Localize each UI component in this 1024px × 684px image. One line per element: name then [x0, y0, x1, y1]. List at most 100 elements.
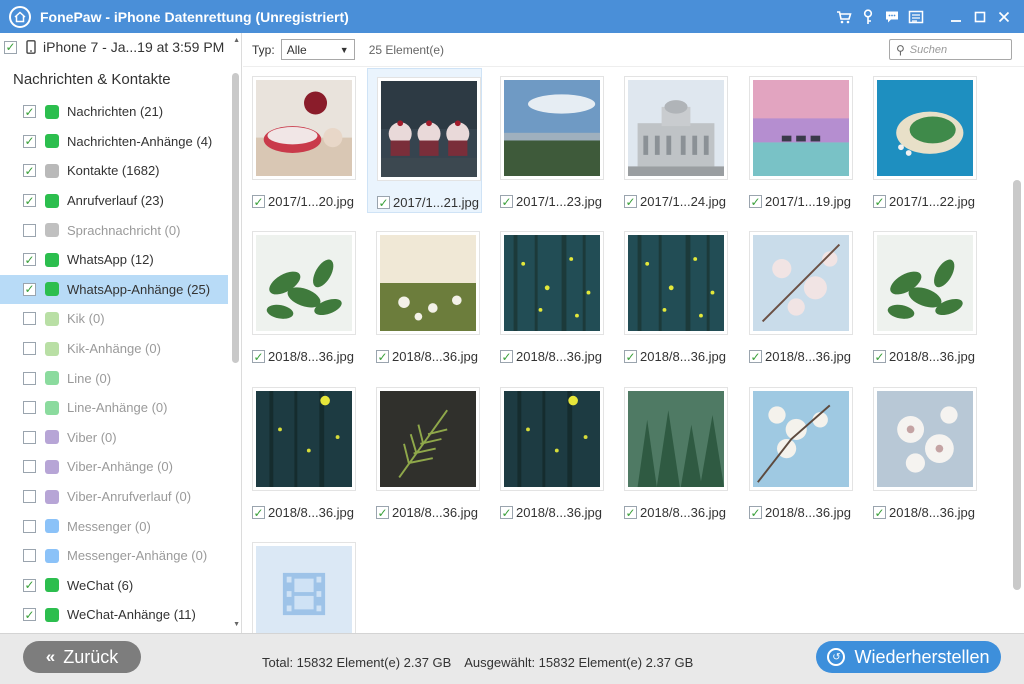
category-checkbox[interactable] [23, 460, 36, 474]
file-checkbox[interactable] [749, 195, 762, 208]
type-select[interactable]: Alle ▼ [280, 39, 355, 60]
image-thumbnail[interactable] [749, 231, 853, 335]
sidebar-item[interactable]: Line-Anhänge (0) [0, 393, 228, 423]
sidebar-item[interactable]: Sprachnachricht (0) [0, 215, 228, 245]
device-row[interactable]: iPhone 7 - Ja...19 at 3:59 PM [0, 33, 241, 61]
image-thumbnail[interactable] [749, 76, 853, 180]
category-checkbox[interactable] [23, 608, 36, 622]
category-checkbox[interactable] [23, 490, 36, 504]
file-tile[interactable]: 2018/8...36.jpg [243, 379, 358, 524]
file-checkbox[interactable] [749, 350, 762, 363]
sidebar-item[interactable]: Anrufverlauf (23) [0, 186, 228, 216]
category-checkbox[interactable] [23, 312, 36, 326]
sidebar-item[interactable]: Viber (0) [0, 423, 228, 453]
image-thumbnail[interactable] [376, 387, 480, 491]
category-checkbox[interactable] [23, 578, 36, 592]
sidebar-item[interactable]: WeChat (6) [0, 571, 228, 601]
sidebar-item[interactable]: Line (0) [0, 363, 228, 393]
file-tile[interactable]: 2018/8...36.jpg [864, 379, 979, 524]
file-tile[interactable]: 2018/8...36.jpg [491, 379, 606, 524]
image-thumbnail[interactable] [749, 387, 853, 491]
file-tile[interactable]: 2018/8...36.jpg [243, 223, 358, 368]
sidebar-item[interactable]: Kik-Anhänge (0) [0, 334, 228, 364]
image-thumbnail[interactable] [252, 76, 356, 180]
video-file-icon[interactable] [252, 542, 356, 633]
image-thumbnail[interactable] [500, 387, 604, 491]
file-tile[interactable]: 2017/1...24.jpg [615, 68, 730, 213]
file-checkbox[interactable] [377, 196, 390, 209]
cart-icon[interactable] [832, 5, 856, 29]
image-thumbnail[interactable] [624, 76, 728, 180]
file-tile[interactable]: 2018/8...36.jpg [491, 223, 606, 368]
key-icon[interactable] [856, 5, 880, 29]
file-checkbox[interactable] [749, 506, 762, 519]
file-checkbox[interactable] [624, 350, 637, 363]
sidebar-item[interactable]: Nachrichten-Anhänge (4) [0, 127, 228, 157]
file-tile[interactable]: 2018/8...36.jpg [864, 223, 979, 368]
sidebar-item[interactable]: Viber-Anhänge (0) [0, 452, 228, 482]
menu-list-icon[interactable] [904, 5, 928, 29]
category-checkbox[interactable] [23, 134, 36, 148]
chat-icon[interactable] [880, 5, 904, 29]
image-thumbnail[interactable] [873, 76, 977, 180]
image-thumbnail[interactable] [500, 231, 604, 335]
category-checkbox[interactable] [23, 549, 36, 563]
category-checkbox[interactable] [23, 282, 36, 296]
file-checkbox[interactable] [500, 350, 513, 363]
sidebar-item[interactable]: Messenger-Anhänge (0) [0, 541, 228, 571]
file-tile[interactable]: 2018/8...36.jpg [740, 379, 855, 524]
sidebar-item[interactable]: Messenger (0) [0, 511, 228, 541]
file-tile[interactable]: 2018/8...36.jpg [367, 379, 482, 524]
sidebar-item[interactable]: Viber-Anrufverlauf (0) [0, 482, 228, 512]
sidebar-item[interactable]: Kontakte (1682) [0, 156, 228, 186]
image-thumbnail[interactable] [376, 231, 480, 335]
sidebar-item[interactable]: WeChat-Anhänge (11) [0, 600, 228, 630]
file-checkbox[interactable] [376, 350, 389, 363]
sidebar-item[interactable]: Kik (0) [0, 304, 228, 334]
minimize-icon[interactable] [944, 5, 968, 29]
category-checkbox[interactable] [23, 105, 36, 119]
file-checkbox[interactable] [873, 350, 886, 363]
file-tile[interactable]: 2018/8...36.jpg [740, 223, 855, 368]
search-input[interactable]: ⚲ Suchen [889, 39, 1012, 60]
image-thumbnail[interactable] [873, 387, 977, 491]
image-thumbnail[interactable] [252, 231, 356, 335]
category-checkbox[interactable] [23, 194, 36, 208]
image-thumbnail[interactable] [252, 387, 356, 491]
sidebar-item[interactable]: WhatsApp (12) [0, 245, 228, 275]
sidebar-scrollbar[interactable] [232, 73, 239, 363]
category-checkbox[interactable] [23, 401, 36, 415]
category-checkbox[interactable] [23, 371, 36, 385]
image-thumbnail[interactable] [500, 76, 604, 180]
file-checkbox[interactable] [500, 506, 513, 519]
file-tile[interactable]: 2018/8...36.jpg [615, 379, 730, 524]
file-tile[interactable]: 2018/8...36.jpg [615, 223, 730, 368]
scroll-down-arrow[interactable]: ▼ [233, 621, 240, 628]
file-tile[interactable]: 2017/1...19.jpg [740, 68, 855, 213]
category-checkbox[interactable] [23, 342, 36, 356]
image-thumbnail[interactable] [624, 387, 728, 491]
file-checkbox[interactable] [624, 506, 637, 519]
close-icon[interactable] [992, 5, 1016, 29]
file-tile[interactable] [243, 534, 358, 633]
file-checkbox[interactable] [376, 506, 389, 519]
file-tile[interactable]: 2018/8...36.jpg [367, 223, 482, 368]
file-checkbox[interactable] [500, 195, 513, 208]
file-checkbox[interactable] [252, 195, 265, 208]
category-checkbox[interactable] [23, 164, 36, 178]
image-thumbnail[interactable] [873, 231, 977, 335]
file-checkbox[interactable] [624, 195, 637, 208]
category-checkbox[interactable] [23, 430, 36, 444]
category-checkbox[interactable] [23, 223, 36, 237]
file-checkbox[interactable] [252, 506, 265, 519]
scroll-up-arrow[interactable]: ▲ [233, 37, 240, 44]
image-thumbnail[interactable] [624, 231, 728, 335]
file-checkbox[interactable] [873, 195, 886, 208]
device-checkbox[interactable] [4, 40, 17, 54]
back-button[interactable]: « Zurück [23, 641, 141, 673]
restore-button[interactable]: ↺ Wiederherstellen [816, 641, 1001, 673]
file-tile[interactable]: 2017/1...23.jpg [491, 68, 606, 213]
file-tile[interactable]: 2017/1...20.jpg [243, 68, 358, 213]
file-checkbox[interactable] [252, 350, 265, 363]
maximize-icon[interactable] [968, 5, 992, 29]
